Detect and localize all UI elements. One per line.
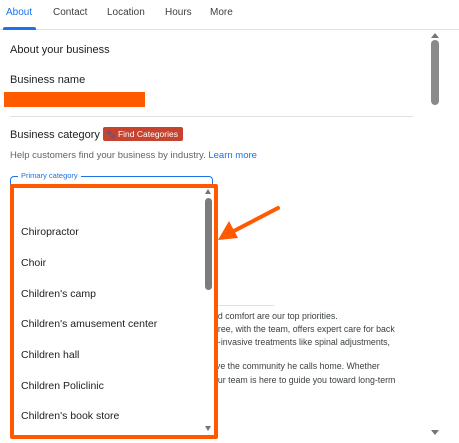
description-line: oree, with the team, offers expert care … [213, 324, 395, 334]
description-line: nd comfort are our top priorities. [213, 311, 338, 321]
category-suggestions-dropdown: Chiropractor Choir Children's camp Child… [10, 184, 218, 439]
suggestion-item-chiropractor[interactable]: Chiropractor [21, 226, 79, 238]
tab-about[interactable]: About [6, 7, 32, 18]
dropdown-scroll-thumb[interactable] [205, 198, 212, 290]
scroll-up-icon[interactable] [205, 189, 211, 194]
tab-hours[interactable]: Hours [165, 7, 192, 18]
scroll-up-icon[interactable] [431, 33, 439, 38]
suggestion-item-childrens-amusement-center[interactable]: Children's amusement center [21, 318, 157, 330]
paw-icon: 🐾 [106, 130, 116, 139]
find-categories-badge[interactable]: 🐾 Find Categories [103, 127, 183, 141]
business-name-label: Business name [10, 74, 86, 86]
annotation-arrow-icon [218, 206, 280, 240]
description-line: our team is here to guide you toward lon… [213, 375, 396, 385]
find-categories-label: Find Categories [117, 129, 178, 139]
suggestion-item-childrens-book-store[interactable]: Children's book store [21, 410, 119, 422]
suggestion-item-children-hall[interactable]: Children hall [21, 349, 79, 361]
description-line: rve the community he calls home. Whether [213, 361, 380, 371]
business-name-redaction [4, 92, 145, 107]
primary-category-label: Primary category [18, 171, 81, 180]
tab-location[interactable]: Location [107, 7, 145, 18]
tab-more[interactable]: More [210, 7, 233, 18]
description-line: n-invasive treatments like spinal adjust… [213, 337, 390, 347]
business-category-label: Business category [10, 129, 100, 141]
suggestion-item-childrens-camp[interactable]: Children's camp [21, 288, 96, 300]
category-help-text: Help customers find your business by ind… [10, 150, 257, 161]
dropdown-scrollbar[interactable] [203, 188, 214, 435]
suggestion-item-children-policlinic[interactable]: Children Policlinic [21, 380, 104, 392]
divider [10, 116, 413, 117]
tab-bar: About Contact Location Hours More [0, 0, 459, 30]
help-text: Help customers find your business by ind… [10, 150, 206, 161]
learn-more-link[interactable]: Learn more [208, 150, 257, 161]
divider [213, 305, 274, 306]
scroll-down-icon[interactable] [431, 430, 439, 435]
tab-contact[interactable]: Contact [53, 7, 87, 18]
active-tab-indicator [3, 27, 36, 30]
suggestion-item-choir[interactable]: Choir [21, 257, 46, 269]
section-title: About your business [10, 44, 110, 56]
page-scrollbar[interactable] [429, 30, 441, 443]
scroll-down-icon[interactable] [205, 426, 211, 431]
page-scroll-thumb[interactable] [431, 40, 439, 105]
